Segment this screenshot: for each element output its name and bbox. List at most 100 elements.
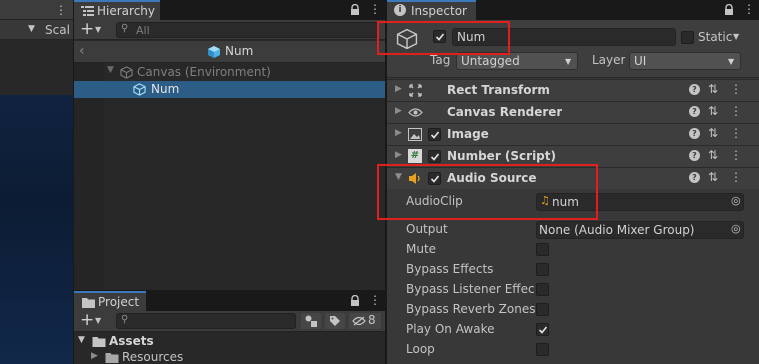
- eye-icon: [408, 108, 423, 117]
- static-checkbox[interactable]: [681, 31, 694, 44]
- component-rect-transform[interactable]: ▶ Rect Transform ? ⇅ ⋮: [387, 79, 759, 101]
- more-options-icon[interactable]: ⋮: [730, 82, 742, 96]
- scene-tab-strip: ⋮: [0, 0, 73, 20]
- static-dropdown-icon[interactable]: ▼: [733, 32, 739, 41]
- prop-label: Bypass Listener Effects: [406, 282, 534, 296]
- hidden-count: 8: [368, 313, 376, 327]
- tag-value: Untagged: [461, 54, 520, 68]
- output-value: None (Audio Mixer Group): [539, 223, 695, 237]
- hidden-packages-button[interactable]: 8: [349, 313, 381, 329]
- hierarchy-header-title: Num: [225, 44, 254, 58]
- more-options-icon[interactable]: ⋮: [730, 126, 742, 140]
- add-icon[interactable]: +: [80, 310, 94, 330]
- help-icon[interactable]: ?: [689, 172, 700, 183]
- hierarchy-item-label: Num: [151, 82, 180, 96]
- layer-value: UI: [634, 54, 647, 68]
- project-tree-item[interactable]: ▶ Resources: [74, 350, 385, 364]
- project-toolbar: + ▼ ⚲ 8: [74, 310, 385, 332]
- bypass-listener-effects-checkbox[interactable]: [536, 283, 549, 296]
- project-tab-label: Project: [98, 295, 140, 309]
- hierarchy-item-num[interactable]: Num: [74, 81, 385, 98]
- expand-arrow-icon[interactable]: ▼: [78, 335, 85, 345]
- help-icon[interactable]: ?: [689, 106, 700, 117]
- object-picker-icon[interactable]: ◎: [731, 222, 741, 235]
- tag-label: Tag: [430, 53, 451, 67]
- project-search-input[interactable]: ⚲: [116, 313, 296, 329]
- tag-icon: [330, 316, 340, 326]
- help-icon[interactable]: ?: [689, 150, 700, 161]
- scene-toolbar: ▼ Scal: [0, 20, 73, 40]
- more-options-icon[interactable]: ⋮: [55, 3, 67, 17]
- collapsed-arrow-icon[interactable]: ▶: [395, 128, 402, 138]
- presets-icon[interactable]: ⇅: [708, 82, 718, 96]
- hierarchy-list-icon: [81, 6, 94, 16]
- search-icon: ⚲: [121, 314, 129, 325]
- bypass-reverb-zones-checkbox[interactable]: [536, 303, 549, 316]
- hierarchy-tab-label: Hierarchy: [97, 4, 156, 18]
- search-by-type-button[interactable]: [301, 313, 321, 329]
- collapsed-arrow-icon[interactable]: ▶: [395, 106, 402, 116]
- chevron-down-icon: ▼: [728, 57, 735, 66]
- output-field[interactable]: None (Audio Mixer Group) ◎: [536, 221, 744, 239]
- folder-icon: [92, 337, 106, 347]
- output-label: Output: [406, 222, 448, 236]
- chevron-down-icon[interactable]: ▼: [95, 316, 101, 325]
- search-by-label-button[interactable]: [325, 313, 345, 329]
- scale-label[interactable]: Scal: [45, 23, 70, 37]
- inspector-tab-label: Inspector: [411, 4, 467, 18]
- more-options-icon[interactable]: ⋮: [730, 170, 742, 184]
- static-label[interactable]: Static: [698, 30, 732, 44]
- search-icon: ⚲: [121, 23, 129, 34]
- presets-icon[interactable]: ⇅: [708, 148, 718, 162]
- project-tree-label: Assets: [109, 334, 154, 348]
- inspector-panel: i Inspector ⋮ Num Static ▼ Tag Untagged …: [377, 0, 759, 364]
- play-on-awake-checkbox[interactable]: [536, 323, 549, 336]
- tab-hierarchy[interactable]: Hierarchy: [74, 0, 160, 20]
- highlight-box-audio-source: [377, 164, 598, 220]
- eye-slash-icon: [352, 316, 366, 326]
- chevron-down-icon[interactable]: ▼: [95, 25, 101, 34]
- component-image[interactable]: ▶ Image ? ⇅ ⋮: [387, 123, 759, 145]
- tab-inspector[interactable]: i Inspector: [387, 0, 476, 20]
- presets-icon[interactable]: ⇅: [708, 104, 718, 118]
- expand-arrow-icon[interactable]: ▼: [107, 65, 114, 75]
- layer-dropdown[interactable]: UI ▼: [629, 52, 741, 70]
- help-icon[interactable]: ?: [689, 84, 700, 95]
- add-icon[interactable]: +: [80, 19, 94, 39]
- more-options-icon[interactable]: ⋮: [730, 104, 742, 118]
- collapsed-arrow-icon[interactable]: ▶: [91, 351, 98, 361]
- more-options-icon[interactable]: ⋮: [369, 2, 381, 16]
- checkmark-icon: [538, 326, 548, 334]
- lock-icon[interactable]: [724, 4, 734, 16]
- bypass-effects-checkbox[interactable]: [536, 263, 549, 276]
- scene-view[interactable]: [0, 95, 73, 364]
- presets-icon[interactable]: ⇅: [708, 126, 718, 140]
- tab-project[interactable]: Project: [74, 291, 146, 311]
- collapsed-arrow-icon[interactable]: ▶: [395, 150, 402, 160]
- more-options-icon[interactable]: ⋮: [743, 2, 755, 16]
- project-tree-label: Resources: [122, 350, 184, 364]
- hierarchy-search-input[interactable]: ⚲ All: [116, 22, 379, 38]
- component-enabled-checkbox[interactable]: [428, 128, 441, 141]
- lock-icon[interactable]: [350, 4, 360, 16]
- folder-icon: [82, 298, 95, 308]
- lock-icon[interactable]: [350, 295, 360, 307]
- help-icon[interactable]: ?: [689, 128, 700, 139]
- folder-icon: [105, 353, 119, 363]
- mute-checkbox[interactable]: [536, 243, 549, 256]
- object-picker-icon[interactable]: ◎: [731, 194, 741, 207]
- more-options-icon[interactable]: ⋮: [730, 148, 742, 162]
- back-arrow-icon[interactable]: ‹: [79, 43, 85, 59]
- more-options-icon[interactable]: ⋮: [369, 293, 381, 307]
- search-placeholder: All: [136, 24, 150, 37]
- scene-dropdown-arrow-icon[interactable]: ▼: [28, 24, 35, 34]
- hierarchy-scene-header: ‹ Num: [74, 41, 385, 63]
- layer-label: Layer: [592, 53, 626, 67]
- collapsed-arrow-icon[interactable]: ▶: [395, 84, 402, 94]
- hierarchy-item-canvas[interactable]: ▼ Canvas (Environment): [104, 64, 385, 81]
- component-enabled-checkbox[interactable]: [428, 150, 441, 163]
- project-tree-item[interactable]: ▼ Assets: [74, 334, 385, 350]
- loop-checkbox[interactable]: [536, 343, 549, 356]
- component-canvas-renderer[interactable]: ▶ Canvas Renderer ? ⇅ ⋮: [387, 101, 759, 123]
- presets-icon[interactable]: ⇅: [708, 170, 718, 184]
